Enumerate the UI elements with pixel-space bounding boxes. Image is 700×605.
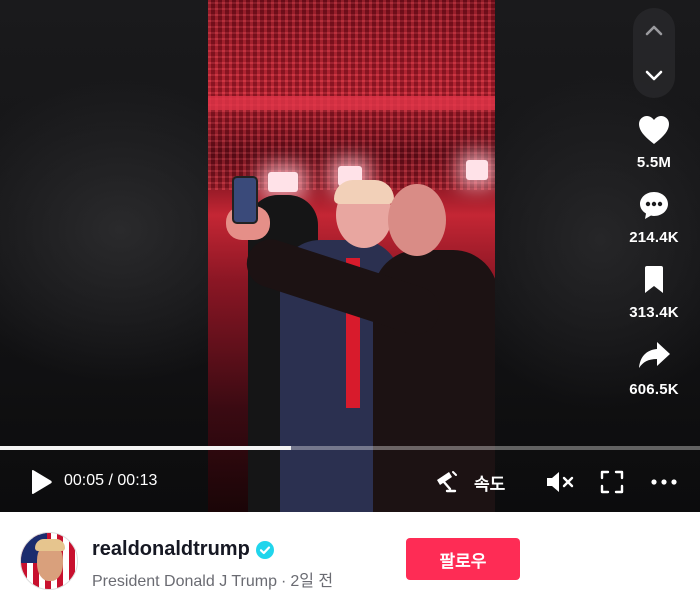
verified-icon (255, 540, 274, 559)
progress-fill (0, 446, 291, 450)
play-button[interactable] (24, 467, 58, 497)
time-display: 00:05 / 00:13 (64, 472, 157, 490)
previous-video-button[interactable] (633, 10, 675, 50)
video-navigation (633, 8, 675, 98)
fullscreen-button[interactable] (596, 467, 628, 497)
share-icon (639, 342, 670, 368)
pip-button[interactable] (430, 467, 462, 497)
nickname: President Donald J Trump (92, 573, 277, 590)
time-separator: / (108, 472, 113, 489)
bookmark-icon (645, 266, 663, 293)
bookmark-button[interactable]: 313.4K (614, 260, 694, 321)
chevron-up-icon (645, 25, 663, 36)
comment-button[interactable]: 214.4K (614, 185, 694, 246)
chevron-down-icon (645, 70, 663, 81)
share-count: 606.5K (629, 381, 679, 398)
post-time: 2일 전 (290, 573, 334, 590)
phone (232, 176, 258, 224)
comment-icon (640, 192, 668, 219)
like-button[interactable]: 5.5M (614, 110, 694, 171)
follow-button[interactable]: 팔로우 (406, 538, 520, 580)
username-link[interactable]: realdonaldtrump (92, 538, 250, 561)
mute-icon (547, 472, 574, 492)
current-time: 00:05 (64, 472, 105, 489)
duration: 00:13 (117, 472, 158, 489)
more-icon (651, 479, 677, 485)
author-subline: President Donald J Trump · 2일 전 (92, 567, 333, 591)
mute-button[interactable] (543, 467, 577, 497)
play-icon (32, 470, 52, 494)
action-bar: 5.5M 214.4K 313.4K 606.5K (614, 110, 694, 412)
like-count: 5.5M (636, 154, 672, 171)
heart-icon (639, 116, 669, 144)
bookmark-count: 313.4K (629, 304, 679, 321)
video-player[interactable]: 5.5M 214.4K 313.4K 606.5K 00:05 / 00:13 … (0, 0, 700, 512)
progress-bar[interactable] (0, 446, 700, 450)
speed-button[interactable]: 속도 (474, 467, 505, 497)
video-frame[interactable] (208, 0, 495, 512)
more-options-button[interactable] (646, 467, 682, 497)
pip-icon (437, 471, 457, 493)
arena-crowd (208, 0, 495, 190)
comment-count: 214.4K (629, 229, 679, 246)
player-controls: 00:05 / 00:13 속도 (0, 455, 700, 507)
author-info: realdonaldtrump President Donald J Trump… (0, 512, 700, 605)
username-row: realdonaldtrump (92, 538, 274, 561)
separator-dot: · (280, 573, 287, 590)
avatar[interactable] (20, 532, 78, 590)
fullscreen-icon (600, 470, 624, 494)
share-button[interactable]: 606.5K (614, 335, 694, 398)
next-video-button[interactable] (633, 56, 675, 96)
